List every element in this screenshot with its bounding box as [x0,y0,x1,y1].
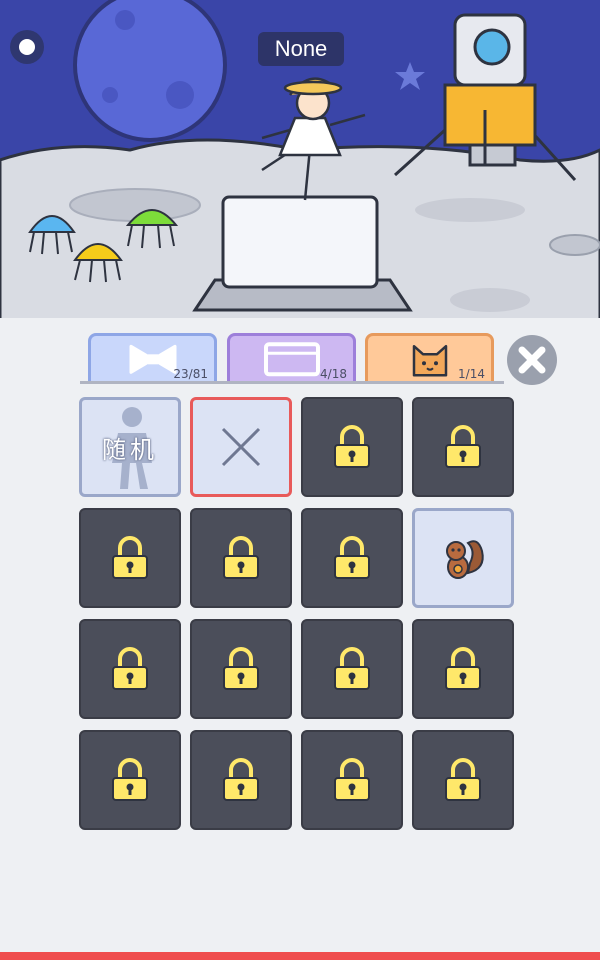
lock-icon [334,647,370,690]
tab-divider [80,381,504,384]
cross-icon [221,427,261,467]
locked-cell[interactable] [301,619,403,719]
bottom-accent-bar [0,952,600,960]
circle-icon [19,39,35,55]
cat-icon [412,344,447,376]
locked-cell[interactable] [190,619,292,719]
locked-cell[interactable] [190,730,292,830]
lock-icon [445,758,481,801]
frame-icon [263,341,320,376]
pets-count: 1/14 [458,367,485,381]
lock-icon [445,425,481,468]
lock-icon [223,647,259,690]
locked-cell[interactable] [79,730,181,830]
lock-icon [334,425,370,468]
locked-cell[interactable] [412,397,514,497]
random-label: 随机 [102,435,158,464]
lock-icon [112,647,148,690]
locked-cell[interactable] [79,619,181,719]
locked-cell[interactable] [79,508,181,608]
locked-cell[interactable] [412,730,514,830]
squirrel-icon [446,540,484,579]
tab-pets[interactable]: 1/14 [365,333,494,383]
lock-icon [223,536,259,579]
lock-icon [334,758,370,801]
close-button[interactable] [507,335,557,385]
settings-toggle-button[interactable] [10,30,44,64]
lock-icon [112,758,148,801]
lock-icon [445,647,481,690]
backgrounds-count: 4/18 [320,367,347,381]
locked-cell[interactable] [190,508,292,608]
locked-cell[interactable] [301,730,403,830]
squirrel-cell[interactable] [412,508,514,608]
none-cell[interactable] [190,397,292,497]
lock-icon [334,536,370,579]
close-icon [518,346,546,374]
tab-accessories[interactable]: 23/81 [88,333,217,383]
lock-icon [223,758,259,801]
character-name-label: None [258,32,344,66]
locked-cell[interactable] [301,397,403,497]
accessories-count: 23/81 [173,367,208,381]
tab-backgrounds[interactable]: 4/18 [227,333,356,383]
lock-icon [112,536,148,579]
random-cell[interactable]: 随机 [79,397,181,497]
locked-cell[interactable] [412,619,514,719]
locked-cell[interactable] [301,508,403,608]
bow-icon [129,344,176,374]
